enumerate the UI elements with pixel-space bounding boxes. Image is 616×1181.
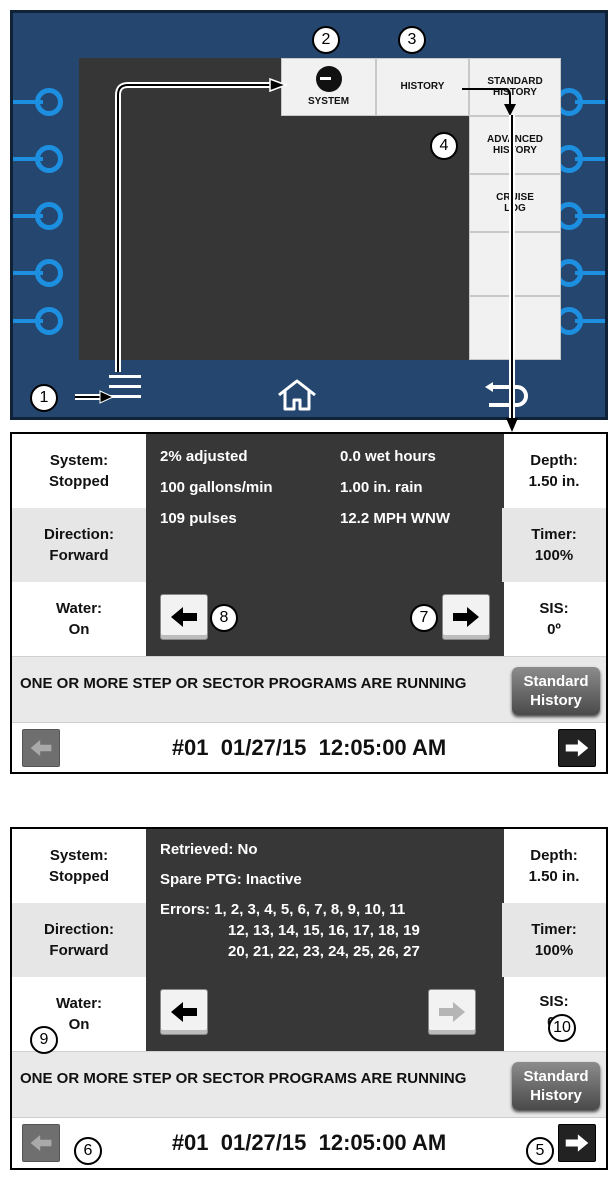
timer-value: 100% [534,547,574,564]
timer-label: Timer: [531,526,577,543]
prev-page-button[interactable] [160,989,208,1035]
water-value: On [68,621,90,638]
timer-label: Timer: [531,921,577,938]
callout-2: 2 [312,26,340,54]
retrieved-text: Retrieved: No [160,841,258,858]
standard-history-button[interactable]: Standard History [512,667,600,715]
details-area: 2% adjusted 100 gallons/min 109 pulses 0… [146,434,504,656]
water-label: Water: [55,995,103,1012]
rain-text: 1.00 in. rain [340,479,423,496]
timer-status: Timer: 100% [502,903,606,977]
errors-line-3: 20, 21, 22, 23, 24, 25, 26, 27 [228,943,420,960]
sis-value: 0º [547,621,561,638]
flow-text: 100 gallons/min [160,479,273,496]
direction-value: Forward [49,942,109,959]
standard-history-line2: History [530,692,582,709]
next-record-button[interactable] [558,729,596,767]
program-running-message: ONE OR MORE STEP OR SECTOR PROGRAMS ARE … [20,675,467,692]
direction-label: Direction: [43,921,114,938]
adjusted-text: 2% adjusted [160,448,248,465]
spare-ptg-text: Spare PTG: Inactive [160,871,302,888]
sis-label: SIS: [539,600,569,617]
history-panel-a: System: Stopped Direction: Forward Water… [10,432,608,774]
direction-label: Direction: [43,526,114,543]
standard-history-line1: Standard [523,1067,589,1085]
arrow-right-icon [565,739,589,757]
callout-10: 10 [548,1014,576,1042]
direction-status: Direction: Forward [12,903,146,977]
system-status: System: Stopped [12,829,146,903]
depth-value: 1.50 in. [528,868,580,885]
details-area: Retrieved: No Spare PTG: Inactive Errors… [146,829,504,1051]
message-row: ONE OR MORE STEP OR SECTOR PROGRAMS ARE … [12,656,606,722]
callout-8: 8 [210,604,238,632]
record-footer: #01 01/27/15 12:05:00 AM [12,722,606,772]
system-value: Stopped [49,473,109,490]
sis-label: SIS: [539,993,569,1010]
water-status: Water: On [12,582,146,656]
water-value: On [68,1016,90,1033]
depth-value: 1.50 in. [528,473,580,490]
callout-4: 4 [430,132,458,160]
pulses-text: 109 pulses [160,510,237,527]
callout-6: 6 [74,1137,102,1165]
arrow-right-icon [439,1002,465,1022]
next-page-button[interactable] [442,594,490,640]
callout-5: 5 [526,1137,554,1165]
standard-history-line2: History [530,1087,582,1104]
arrow-right-icon [453,607,479,627]
prev-page-button[interactable] [160,594,208,640]
program-running-message: ONE OR MORE STEP OR SECTOR PROGRAMS ARE … [20,1070,467,1087]
standard-history-line1: Standard [523,672,589,690]
wind-text: 12.2 MPH WNW [340,510,451,527]
system-status: System: Stopped [12,434,146,508]
depth-status: Depth: 1.50 in. [502,434,606,508]
direction-value: Forward [49,547,109,564]
callout-7: 7 [410,604,438,632]
record-datetime: #01 01/27/15 12:05:00 AM [171,735,447,760]
arrow-left-icon [171,1002,197,1022]
depth-label: Depth: [530,452,578,469]
arrow-left-icon [171,607,197,627]
next-page-button-disabled[interactable] [428,989,476,1035]
sis-status: SIS: 0º [502,582,606,656]
timer-status: Timer: 100% [502,508,606,582]
message-row: ONE OR MORE STEP OR SECTOR PROGRAMS ARE … [12,1051,606,1117]
standard-history-button[interactable]: Standard History [512,1062,600,1110]
next-record-button[interactable] [558,1124,596,1162]
system-label: System: [49,452,109,469]
system-value: Stopped [49,868,109,885]
history-panel-b: System: Stopped Direction: Forward Water… [10,827,608,1170]
callout-9: 9 [30,1026,58,1054]
system-label: System: [49,847,109,864]
depth-label: Depth: [530,847,578,864]
callout-1: 1 [30,384,58,412]
errors-line-1: Errors: 1, 2, 3, 4, 5, 6, 7, 8, 9, 10, 1… [160,901,406,918]
arrow-right-icon [565,1134,589,1152]
callout-3: 3 [398,26,426,54]
wet-hours-text: 0.0 wet hours [340,448,436,465]
timer-value: 100% [534,942,574,959]
errors-line-2: 12, 13, 14, 15, 16, 17, 18, 19 [228,922,420,939]
water-label: Water: [55,600,103,617]
annotation-arrows [75,77,518,432]
record-footer: #01 01/27/15 12:05:00 AM [12,1117,606,1167]
direction-status: Direction: Forward [12,508,146,582]
depth-status: Depth: 1.50 in. [502,829,606,903]
